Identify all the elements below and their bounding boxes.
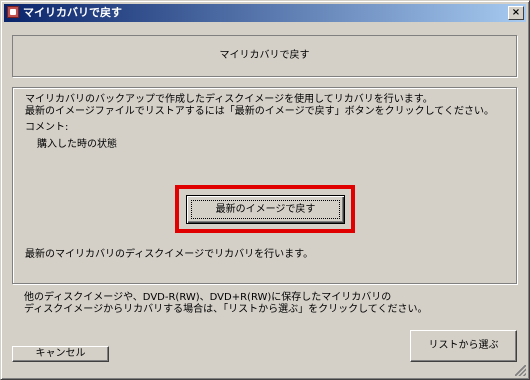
description-line-2: 最新のイメージファイルでリストアするには「最新のイメージで戻す」ボタンをクリック… xyxy=(25,106,494,117)
resize-grip-icon[interactable] xyxy=(515,365,526,376)
other-image-note-line-1: 他のディスクイメージや、DVD-R(RW)、DVD+R(RW)に保存したマイリカ… xyxy=(24,292,392,303)
close-icon: × xyxy=(511,7,521,18)
restore-latest-button[interactable]: 最新のイメージで戻す xyxy=(186,195,345,224)
title-bar[interactable]: マイリカバリで戻す × xyxy=(4,4,526,22)
dialog-window: マイリカバリで戻す × マイリカバリで戻す マイリカバリのバックアップで作成した… xyxy=(0,0,530,380)
header-panel: マイリカバリで戻す xyxy=(12,35,517,77)
cancel-button[interactable]: キャンセル xyxy=(12,346,109,362)
window-title: マイリカバリで戻す xyxy=(23,6,122,19)
close-button[interactable]: × xyxy=(508,6,524,20)
comment-value: 購入した時の状態 xyxy=(37,139,117,150)
page-title: マイリカバリで戻す xyxy=(219,50,310,61)
restore-latest-note: 最新のマイリカバリのディスクイメージでリカバリを行います。 xyxy=(25,249,314,260)
other-image-note: 他のディスクイメージや、DVD-R(RW)、DVD+R(RW)に保存したマイリカ… xyxy=(24,292,428,316)
description-line-1: マイリカバリのバックアップで作成したディスクイメージを使用してリカバリを行います… xyxy=(25,94,433,105)
other-image-note-line-2: ディスクイメージからリカバリする場合は、「リストから選ぶ」をクリックしてください… xyxy=(24,304,428,315)
description: マイリカバリのバックアップで作成したディスクイメージを使用してリカバリを行います… xyxy=(25,94,494,118)
choose-from-list-button[interactable]: リストから選ぶ xyxy=(410,330,517,362)
comment-label: コメント: xyxy=(25,122,69,133)
main-panel: マイリカバリのバックアップで作成したディスクイメージを使用してリカバリを行います… xyxy=(12,87,517,284)
app-icon xyxy=(7,6,19,18)
